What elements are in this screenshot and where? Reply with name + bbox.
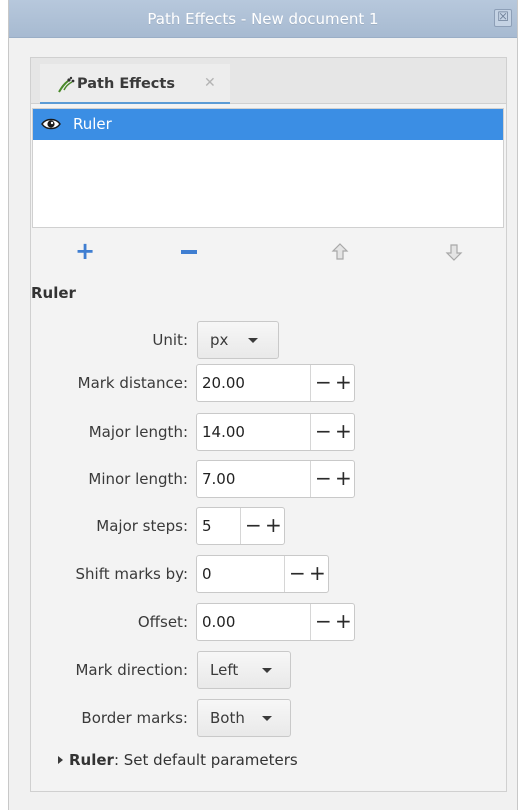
default-parameters-expander[interactable]: Ruler: Set default parameters <box>58 751 298 769</box>
window-title: Path Effects - New document 1 <box>147 10 379 28</box>
eye-icon[interactable] <box>41 115 61 133</box>
add-effect-button[interactable]: + <box>73 237 97 265</box>
title-bar[interactable]: Path Effects - New document 1 ☒ <box>9 0 517 38</box>
increment-button[interactable]: + <box>335 466 352 490</box>
major-length-value[interactable]: 14.00 <box>202 423 245 441</box>
border-marks-dropdown[interactable]: Both <box>197 699 291 737</box>
unit-dropdown[interactable]: px <box>197 321 279 359</box>
arrow-up-icon <box>331 243 349 260</box>
decrement-button[interactable]: − <box>315 466 332 490</box>
minor-length-label: Minor length: <box>88 470 188 488</box>
move-down-button[interactable] <box>442 240 466 264</box>
mark-direction-label: Mark direction: <box>75 661 188 679</box>
major-steps-label: Major steps: <box>96 517 188 535</box>
mark-distance-value[interactable]: 20.00 <box>202 374 245 392</box>
mark-distance-label: Mark distance: <box>77 374 188 392</box>
border-marks-label: Border marks: <box>81 709 188 727</box>
major-length-label: Major length: <box>88 423 188 441</box>
increment-button[interactable]: + <box>309 561 326 585</box>
chevron-down-icon <box>248 338 258 343</box>
close-icon: ☒ <box>497 10 509 25</box>
unit-label: Unit: <box>152 331 188 349</box>
effects-list[interactable]: Ruler <box>32 108 504 228</box>
increment-button[interactable]: + <box>335 609 352 633</box>
tab-path-effects[interactable]: Path Effects ✕ <box>40 64 230 104</box>
major-length-spinbox[interactable]: 14.00 − + <box>196 413 355 451</box>
dock-panel: Path Effects ✕ Ruler + Ruler Unit: px Ma… <box>30 57 507 792</box>
mark-distance-spinbox[interactable]: 20.00 − + <box>196 364 355 402</box>
decrement-button[interactable]: − <box>315 609 332 633</box>
minor-length-spinbox[interactable]: 7.00 − + <box>196 460 355 498</box>
expander-arrow-icon <box>58 756 63 764</box>
increment-button[interactable]: + <box>265 513 282 537</box>
decrement-button[interactable]: − <box>289 561 306 585</box>
major-steps-spinbox[interactable]: 5 − + <box>196 507 285 545</box>
shift-marks-spinbox[interactable]: 0 − + <box>196 555 329 593</box>
increment-button[interactable]: + <box>335 419 352 443</box>
path-effects-icon <box>58 76 75 93</box>
plus-icon: + <box>74 237 96 265</box>
border-marks-value: Both <box>210 709 245 727</box>
section-title: Ruler <box>31 284 76 302</box>
minus-icon <box>181 250 197 254</box>
remove-effect-button[interactable] <box>177 240 201 264</box>
shift-marks-label: Shift marks by: <box>75 565 188 583</box>
tab-label: Path Effects <box>77 76 175 92</box>
chevron-down-icon <box>262 668 272 673</box>
move-up-button[interactable] <box>328 240 352 264</box>
decrement-button[interactable]: − <box>315 419 332 443</box>
expander-text: : Set default parameters <box>113 751 298 769</box>
decrement-button[interactable]: − <box>245 513 262 537</box>
expander-title: Ruler <box>69 751 114 769</box>
window-close-button[interactable]: ☒ <box>494 9 512 27</box>
mark-direction-value: Left <box>210 661 239 679</box>
offset-label: Offset: <box>137 613 188 631</box>
tab-close-icon[interactable]: ✕ <box>204 75 216 91</box>
effect-actions: + <box>31 236 506 268</box>
minor-length-value[interactable]: 7.00 <box>202 470 235 488</box>
major-steps-value[interactable]: 5 <box>202 517 212 535</box>
effect-label: Ruler <box>73 115 112 133</box>
arrow-down-icon <box>445 244 463 261</box>
increment-button[interactable]: + <box>335 370 352 394</box>
shift-marks-value[interactable]: 0 <box>202 565 212 583</box>
list-item[interactable]: Ruler <box>33 109 503 140</box>
offset-spinbox[interactable]: 0.00 − + <box>196 603 355 641</box>
unit-value: px <box>210 331 229 349</box>
notebook-tabs: Path Effects ✕ <box>31 58 506 104</box>
decrement-button[interactable]: − <box>315 370 332 394</box>
chevron-down-icon <box>262 716 272 721</box>
path-effects-window: Path Effects - New document 1 ☒ Path Eff… <box>8 0 518 810</box>
mark-direction-dropdown[interactable]: Left <box>197 651 291 689</box>
offset-value[interactable]: 0.00 <box>202 613 235 631</box>
